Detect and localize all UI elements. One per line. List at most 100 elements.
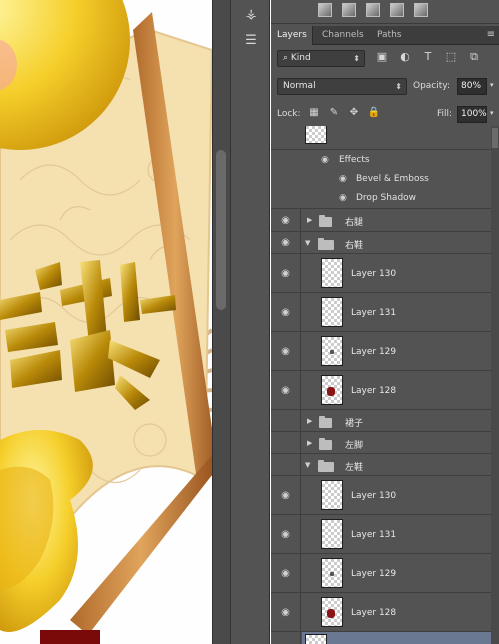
type-filter-icon[interactable]: T (421, 50, 435, 64)
layer-eye-empty[interactable] (271, 632, 301, 644)
layer-row[interactable]: ◉ Layer 130 (271, 476, 491, 515)
style-swatch-icon[interactable] (342, 3, 356, 17)
expand-triangle-icon[interactable]: ▶ (307, 439, 312, 447)
layer-thumbnail (321, 297, 343, 327)
tab-layers[interactable]: Layers (271, 26, 313, 45)
layer-row[interactable]: ◉ Layer 129 (271, 554, 491, 593)
visibility-eye-icon[interactable]: ◉ (271, 293, 301, 331)
style-swatch-icon[interactable] (366, 3, 380, 17)
chevron-down-icon: ⬍ (353, 54, 360, 63)
effect-item-row[interactable]: ◉ Bevel & Emboss (271, 170, 491, 189)
visibility-eye-icon[interactable]: ◉ (271, 332, 301, 370)
opacity-label: Opacity: (413, 81, 450, 91)
lock-image-icon[interactable]: ✎ (327, 106, 341, 120)
adjustments-sliders-icon[interactable]: ☰ (239, 30, 263, 50)
layer-eye-empty[interactable] (271, 454, 301, 475)
effect-item-row[interactable]: ◉ Drop Shadow (271, 189, 491, 209)
layer-thumbnail (321, 336, 343, 366)
layer-name: Layer 130 (351, 269, 397, 279)
layer-name: Layer 129 (351, 569, 397, 579)
lock-all-icon[interactable]: 🔒 (367, 106, 381, 120)
layer-list-scrollbar[interactable] (491, 126, 499, 644)
blend-mode-value: Normal (283, 81, 316, 91)
visibility-eye-icon[interactable]: ◉ (271, 476, 301, 514)
blend-mode-dropdown[interactable]: Normal ⬍ (277, 78, 407, 95)
layer-name: Layer 131 (351, 530, 397, 540)
layer-group-row[interactable]: ▶ 左脚 (271, 432, 491, 454)
effects-eye-icon[interactable]: ◉ (321, 155, 329, 165)
smart-object-filter-icon[interactable]: ⧉ (467, 50, 481, 64)
open-folder-icon (318, 238, 334, 250)
canvas-scroll-thumb[interactable] (216, 150, 226, 310)
expand-triangle-icon[interactable]: ▶ (307, 417, 312, 425)
layer-name: Layer 130 (351, 491, 397, 501)
effect-drop-shadow: Drop Shadow (356, 193, 417, 203)
visibility-eye-icon[interactable]: ◉ (271, 209, 301, 231)
collapse-triangle-icon[interactable]: ▼ (305, 239, 310, 247)
layer-name: Layer 128 (351, 608, 397, 618)
effect-eye-icon[interactable]: ◉ (339, 174, 347, 184)
layer-row[interactable]: ◉ Layer 131 (271, 515, 491, 554)
fill-label: Fill: (437, 109, 453, 119)
canvas-vertical-scrollbar[interactable] (212, 0, 230, 644)
tab-paths[interactable]: Paths (371, 26, 407, 45)
visibility-eye-icon[interactable]: ◉ (271, 593, 301, 631)
group-name: 右鞋 (345, 241, 364, 251)
folder-icon (319, 438, 332, 450)
layer-eye-empty (271, 189, 301, 208)
layer-eye-empty[interactable] (271, 410, 301, 431)
layer-name: Layer 128 (351, 386, 397, 396)
layer-list-scroll-thumb[interactable] (492, 128, 498, 148)
collapse-triangle-icon[interactable]: ▼ (305, 461, 310, 469)
layer-row[interactable]: ◉ Layer 128 (271, 593, 491, 632)
layer-list[interactable]: ◉ Effects ◉ Bevel & Emboss ◉ Drop Shadow… (271, 126, 499, 644)
layer-row[interactable]: ◉ Layer 131 (271, 293, 491, 332)
shape-filter-icon[interactable]: ⬚ (444, 50, 458, 64)
panel-top-toolbar (271, 0, 499, 24)
effect-eye-icon[interactable]: ◉ (339, 193, 347, 203)
group-name: 右腿 (345, 218, 364, 228)
visibility-eye-icon[interactable]: ◉ (271, 254, 301, 292)
layer-row[interactable]: ◉ Layer 128 (271, 371, 491, 410)
opacity-input[interactable]: 80% (457, 78, 487, 95)
layer-eye-empty[interactable] (271, 126, 301, 149)
layer-row-selected[interactable] (271, 632, 491, 644)
style-swatch-icon[interactable] (390, 3, 404, 17)
expand-triangle-icon[interactable]: ▶ (307, 216, 312, 224)
opacity-arrow-icon[interactable]: ▾ (490, 81, 494, 89)
layer-row[interactable]: ◉ Layer 130 (271, 254, 491, 293)
layer-eye-empty[interactable] (271, 432, 301, 453)
fill-arrow-icon[interactable]: ▾ (490, 109, 494, 117)
brush-presets-icon[interactable]: ⚶ (239, 4, 263, 24)
layers-panel: Layers Channels Paths ≡ ⌕ Kind ⬍ ▣ ◐ T ⬚… (271, 0, 499, 644)
lock-transparent-icon[interactable]: ▦ (307, 106, 321, 120)
effects-row[interactable]: ◉ Effects (271, 150, 491, 170)
layer-group-row[interactable]: ▼ 左鞋 (271, 454, 491, 476)
pixel-filter-icon[interactable]: ▣ (375, 50, 389, 64)
fill-input[interactable]: 100% (457, 106, 487, 123)
layer-name: Layer 129 (351, 347, 397, 357)
filter-kind-dropdown[interactable]: ⌕ Kind ⬍ (277, 50, 365, 67)
style-swatch-icon[interactable] (318, 3, 332, 17)
layer-group-row[interactable]: ▶ 裙子 (271, 410, 491, 432)
adjustment-filter-icon[interactable]: ◐ (398, 50, 412, 64)
layer-row[interactable]: ◉ Layer 129 (271, 332, 491, 371)
tab-channels[interactable]: Channels (316, 26, 370, 45)
layer-group-row[interactable]: ◉ ▼ 右鞋 (271, 232, 491, 254)
layer-group-row[interactable]: ◉ ▶ 右腿 (271, 209, 491, 232)
lock-row: Lock: ▦ ✎ ✥ 🔒 Fill: 100% ▾ (271, 106, 499, 124)
group-name: 裙子 (345, 419, 364, 429)
visibility-eye-icon[interactable]: ◉ (271, 371, 301, 409)
lock-position-icon[interactable]: ✥ (347, 106, 361, 120)
folder-icon (319, 416, 332, 428)
visibility-eye-icon[interactable]: ◉ (271, 232, 301, 253)
artwork-image (0, 0, 212, 644)
style-swatch-icon[interactable] (414, 3, 428, 17)
document-canvas[interactable] (0, 0, 212, 644)
layer-thumbnail (321, 597, 343, 627)
layer-thumbnail (305, 634, 327, 644)
visibility-eye-icon[interactable]: ◉ (271, 515, 301, 553)
panel-menu-icon[interactable]: ≡ (487, 29, 495, 40)
layer-row[interactable] (271, 126, 491, 150)
visibility-eye-icon[interactable]: ◉ (271, 554, 301, 592)
